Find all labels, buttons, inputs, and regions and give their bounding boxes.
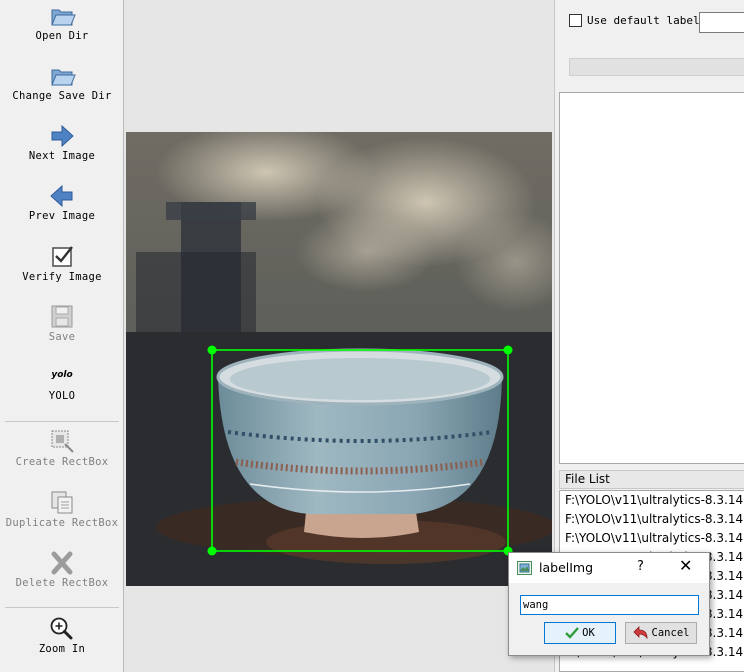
- save-button[interactable]: Save: [0, 303, 124, 343]
- label-list[interactable]: [559, 92, 744, 464]
- delete-rectbox-label: Delete RectBox: [15, 577, 109, 589]
- create-rectbox-icon: [51, 430, 74, 453]
- check-icon: [565, 627, 580, 639]
- toolbar-divider: [5, 421, 119, 422]
- delete-rectbox-button[interactable]: Delete RectBox: [0, 549, 124, 589]
- arrow-left-icon: [50, 184, 73, 208]
- create-rectbox-button[interactable]: Create RectBox: [0, 428, 124, 468]
- image-canvas[interactable]: [124, 0, 554, 672]
- toolbar-divider: [5, 607, 119, 608]
- use-default-label-row[interactable]: Use default label: [569, 14, 700, 27]
- prev-image-label: Prev Image: [28, 210, 96, 222]
- open-dir-button[interactable]: Open Dir: [0, 2, 124, 42]
- file-list-item[interactable]: F:\YOLO\v11\ultralytics-8.3.143\: [560, 491, 744, 510]
- ok-label: OK: [582, 627, 595, 639]
- delete-x-icon: [51, 551, 73, 575]
- label-dialog: labelImg ? ✕ wang OK Cancel: [508, 552, 710, 656]
- verify-image-label: Verify Image: [22, 271, 102, 283]
- cancel-button[interactable]: Cancel: [625, 622, 697, 644]
- checkbox-icon: [52, 246, 73, 267]
- default-label-input[interactable]: [699, 12, 744, 33]
- next-image-label: Next Image: [28, 150, 96, 162]
- help-icon[interactable]: ?: [637, 559, 644, 574]
- zoom-in-button[interactable]: Zoom In: [0, 615, 124, 655]
- dialog-titlebar[interactable]: labelImg ? ✕: [509, 553, 709, 583]
- file-list-item[interactable]: F:\YOLO\v11\ultralytics-8.3.143\: [560, 510, 744, 529]
- arrow-right-icon: [51, 124, 74, 148]
- save-label: Save: [48, 331, 76, 343]
- change-save-dir-button[interactable]: Change Save Dir: [0, 62, 124, 102]
- toolbar: Open Dir Change Save Dir Next Image Prev…: [0, 0, 124, 672]
- undo-arrow-icon: [632, 626, 647, 640]
- folder-open-icon: [51, 9, 76, 26]
- zoom-in-label: Zoom In: [38, 643, 86, 655]
- dialog-title: labelImg: [539, 560, 594, 575]
- folder-open-icon: [51, 69, 76, 86]
- annotated-photo: [126, 132, 552, 586]
- labelimg-app-icon: [517, 561, 532, 575]
- open-dir-label: Open Dir: [35, 30, 89, 42]
- close-icon[interactable]: ✕: [679, 556, 692, 575]
- yolo-format-icon: yolo: [51, 370, 73, 380]
- duplicate-rectbox-button[interactable]: Duplicate RectBox: [0, 489, 124, 529]
- file-list-item[interactable]: F:\YOLO\v11\ultralytics-8.3.143\: [560, 529, 744, 548]
- change-save-dir-label: Change Save Dir: [12, 90, 112, 102]
- file-list-title: File List: [559, 470, 744, 489]
- yolo-format-button[interactable]: yolo YOLO: [0, 368, 124, 402]
- label-name-input[interactable]: wang: [520, 595, 699, 615]
- use-default-label-checkbox[interactable]: [569, 14, 582, 27]
- cancel-label: Cancel: [651, 627, 690, 639]
- ok-button[interactable]: OK: [544, 622, 616, 644]
- use-default-label-text: Use default label: [587, 14, 700, 27]
- verify-image-button[interactable]: Verify Image: [0, 243, 124, 283]
- zoom-in-icon: [50, 617, 73, 640]
- create-rectbox-label: Create RectBox: [15, 456, 109, 468]
- duplicate-rectbox-label: Duplicate RectBox: [5, 517, 119, 529]
- next-image-button[interactable]: Next Image: [0, 122, 124, 162]
- prev-image-button[interactable]: Prev Image: [0, 182, 124, 222]
- edit-label-bar[interactable]: [569, 58, 744, 76]
- yolo-label: YOLO: [48, 390, 76, 402]
- floppy-disk-icon: [51, 305, 73, 328]
- duplicate-icon: [51, 491, 73, 514]
